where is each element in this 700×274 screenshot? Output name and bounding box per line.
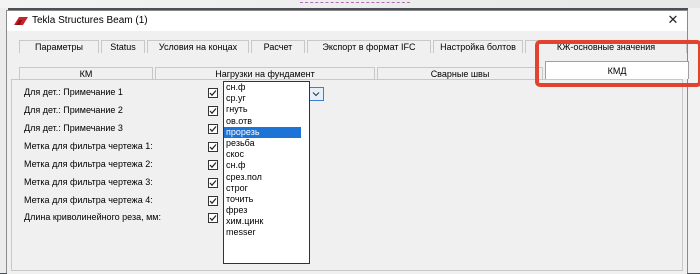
checkmark-icon	[209, 144, 217, 151]
field-checkbox[interactable]	[208, 142, 218, 152]
dropdown-option[interactable]: хим.цинк	[224, 216, 309, 227]
chevron-down-icon	[312, 92, 320, 97]
checkmark-icon	[209, 126, 217, 133]
dropdown-option[interactable]: срез.пол	[224, 172, 309, 183]
tab-4[interactable]: Расчет	[251, 40, 305, 53]
field-label: Метка для фильтра чертежа 3:	[24, 177, 153, 187]
dropdown-option[interactable]: прорезь	[224, 126, 309, 138]
background-top-strip	[0, 0, 700, 8]
checkmark-icon	[209, 90, 217, 97]
dropdown-scrollbar[interactable]	[301, 82, 309, 263]
dropdown-option[interactable]: точить	[224, 194, 309, 205]
field-checkbox[interactable]	[208, 88, 218, 98]
dropdown-option[interactable]: messer	[224, 227, 309, 238]
dropdown-option[interactable]: гнуть	[224, 104, 309, 115]
window-title: Tekla Structures Beam (1)	[32, 15, 148, 26]
field-label: Для дет.: Примечание 2	[24, 105, 123, 115]
dropdown-option[interactable]: сн.ф	[224, 160, 309, 171]
checkmark-icon	[209, 180, 217, 187]
dropdown-arrow-button[interactable]	[308, 88, 323, 100]
dropdown-option[interactable]: сн.ф	[224, 82, 309, 93]
field-label: Для дет.: Примечание 1	[24, 87, 123, 97]
field-checkbox[interactable]	[208, 178, 218, 188]
field-label: Метка для фильтра чертежа 4:	[24, 195, 153, 205]
tab-6[interactable]: Настройка болтов	[433, 40, 523, 53]
tab-2[interactable]: Status	[101, 40, 145, 53]
field-checkbox[interactable]	[208, 213, 218, 223]
field-label: Метка для фильтра чертежа 1:	[24, 141, 153, 151]
checkmark-icon	[209, 198, 217, 205]
field-label: Метка для фильтра чертежа 2:	[24, 159, 153, 169]
tekla-logo-icon	[14, 17, 28, 25]
dropdown-option[interactable]: резьба	[224, 138, 309, 149]
field-checkbox[interactable]	[208, 124, 218, 134]
tab-1[interactable]: Параметры	[19, 40, 99, 53]
checkmark-icon	[209, 162, 217, 169]
checkmark-icon	[209, 215, 217, 222]
tab-5[interactable]: Экспорт в формат IFC	[307, 40, 431, 53]
tab-3[interactable]: Условия на концах	[147, 40, 249, 53]
title-bar[interactable]: Tekla Structures Beam (1) ✕	[7, 11, 687, 31]
field-checkbox[interactable]	[208, 196, 218, 206]
dropdown-list[interactable]: сн.ф ср.уг гнуть ов.отв прорезь резьба скос сн.…	[223, 81, 310, 264]
annotation-highlight-box	[535, 40, 700, 87]
dropdown-option[interactable]: строг	[224, 183, 309, 194]
dropdown-option[interactable]: ов.отв	[224, 116, 309, 127]
dropdown-option[interactable]: ср.уг	[224, 93, 309, 104]
model-line	[300, 2, 410, 3]
dropdown-option[interactable]: скос	[224, 149, 309, 160]
field-label: Длина криволинейного реза, мм:	[24, 212, 161, 222]
field-label: Для дет.: Примечание 3	[24, 123, 123, 133]
checkmark-icon	[209, 108, 217, 115]
field-checkbox[interactable]	[208, 106, 218, 116]
dropdown-option[interactable]: фрез	[224, 205, 309, 216]
close-icon[interactable]: ✕	[661, 13, 685, 29]
field-checkbox[interactable]	[208, 160, 218, 170]
